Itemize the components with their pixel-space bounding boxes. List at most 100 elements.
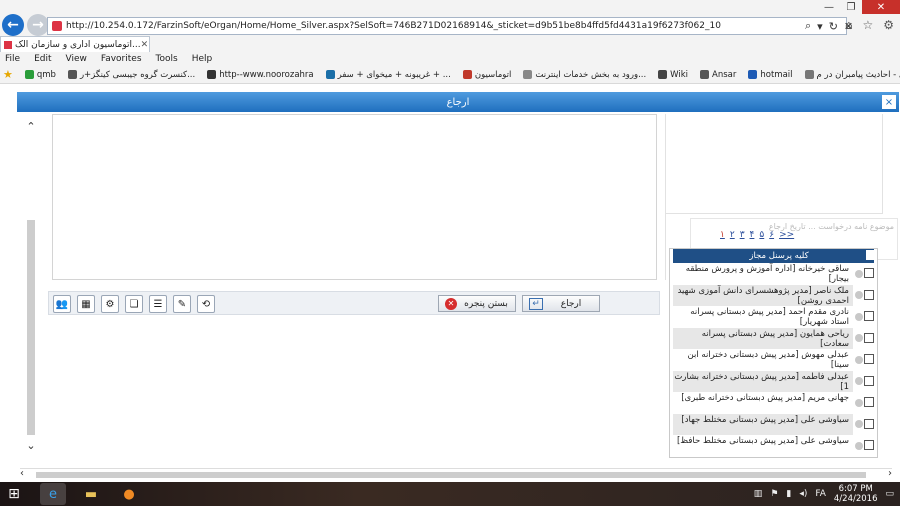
pager-page[interactable]: ۵ (759, 230, 764, 240)
favorite-item[interactable]: اتوماسیون (462, 70, 511, 80)
gear-icon[interactable]: ⚙ (883, 18, 894, 32)
menu-help[interactable]: Help (192, 54, 213, 64)
favorite-item[interactable]: فاضل - احادیث پیامبران در م... (804, 70, 900, 80)
list-item[interactable]: سیاوشی علی [مدیر پیش دبستانی مختلط حافظ] (673, 435, 874, 457)
favorite-item[interactable]: کنسرت گروه جیبسی کینگز+ر... (67, 70, 195, 80)
favorites-star-icon[interactable]: ★ (3, 68, 13, 81)
favorite-icon (523, 70, 533, 79)
list-item[interactable]: ساقی خیرخانه [اداره آموزش و پرورش منطقه … (673, 263, 874, 285)
personnel-name: ریاحی همایون [مدیر پیش دبستانی پسرانه سع… (673, 327, 853, 349)
person-icon (855, 291, 863, 300)
favorite-icon (67, 70, 77, 79)
browser-tab[interactable]: اتوماسیون اداری و سازمان الک... ✕ (0, 36, 150, 52)
battery-icon[interactable]: ▮ (786, 489, 791, 499)
personnel-checkbox[interactable] (864, 311, 874, 321)
refer-button[interactable]: ↵ ارجاع (522, 295, 600, 312)
hscroll-thumb[interactable] (36, 472, 866, 478)
scroll-thumb[interactable] (27, 220, 35, 435)
browser-chrome: ← → http://10.254.0.172/FarzinSoft/eOrga… (0, 0, 900, 52)
favorite-item[interactable]: Wiki (658, 70, 688, 80)
home-icon[interactable]: ⌂ (845, 18, 853, 32)
clock[interactable]: 6:07 PM 4/24/2016 (834, 484, 878, 504)
refresh-icon[interactable]: ↻ (829, 20, 838, 33)
list-item[interactable]: جهانی مریم [مدیر پیش دبستانی دخترانه طبر… (673, 392, 874, 414)
favorite-item[interactable]: ورود به بخش خدمات اینترنت... (523, 70, 646, 80)
pager-page[interactable]: ۲ (730, 230, 735, 240)
copy-icon[interactable]: ❏ (125, 295, 143, 313)
favorite-icon (700, 70, 710, 79)
language-indicator[interactable]: FA (815, 489, 826, 499)
flag-icon[interactable]: ⚑ (770, 489, 778, 499)
forward-arrow-icon[interactable]: → (27, 14, 49, 36)
vertical-scrollbar[interactable]: ⌃ ⌄ (22, 120, 40, 452)
system-tray: ▥ ⚑ ▮ ◂) FA 6:07 PM 4/24/2016 ▭ (754, 484, 900, 504)
dropdown-arrow-icon[interactable]: ▾ (817, 20, 823, 33)
search-icon[interactable]: ⌕ (805, 19, 811, 33)
list-item[interactable]: ریاحی همایون [مدیر پیش دبستانی پسرانه سع… (673, 327, 874, 350)
menu-view[interactable]: View (66, 54, 87, 64)
horizontal-scrollbar[interactable]: ‹ › (20, 468, 892, 480)
favorite-item[interactable]: qmb (24, 70, 56, 80)
close-window-button[interactable]: ✕ بستن پنجره (438, 295, 516, 312)
volume-icon[interactable]: ◂) (799, 489, 807, 499)
file-explorer-icon[interactable]: ▬ (78, 483, 104, 505)
favorite-item[interactable]: Ansar (700, 70, 736, 80)
notifications-icon[interactable]: ▭ (885, 489, 894, 499)
address-bar[interactable]: http://10.254.0.172/FarzinSoft/eOrgan/Ho… (47, 17, 847, 35)
list-item[interactable]: عبدلی مهوش [مدیر پیش دبستانی دخترانه ابن… (673, 349, 874, 371)
scroll-right-icon[interactable]: › (888, 468, 892, 479)
pager-page[interactable]: ۶ (769, 230, 774, 240)
menu-tools[interactable]: Tools (156, 54, 178, 64)
favorite-item[interactable]: غریبونه + میخوای + سفر + ... (325, 70, 451, 80)
list-icon[interactable]: ☰ (149, 295, 167, 313)
tab-title: اتوماسیون اداری و سازمان الک... (15, 39, 141, 50)
personnel-checkbox[interactable] (864, 354, 874, 364)
personnel-checkbox[interactable] (864, 418, 874, 429)
pager-page[interactable]: ۴ (750, 230, 755, 240)
scroll-up-icon[interactable]: ⌃ (22, 120, 40, 133)
personnel-name: نادری مقدم احمد [مدیر پیش دبستانی پسرانه… (690, 307, 849, 328)
list-item[interactable]: سیاوشی علی [مدیر پیش دبستانی مختلط جهاد] (673, 413, 874, 436)
firefox-icon[interactable]: ● (116, 483, 142, 505)
menu-edit[interactable]: Edit (34, 54, 51, 64)
personnel-dropdown[interactable]: کلیه پرسنل مجاز ساقی خیرخانه [اداره آموز… (669, 248, 878, 458)
refresh-icon[interactable]: ⟲ (197, 295, 215, 313)
edit-pencil-icon[interactable]: ✎ (173, 295, 191, 313)
scroll-left-icon[interactable]: ‹ (20, 468, 24, 479)
star-icon[interactable]: ☆ (862, 18, 873, 32)
personnel-name: جهانی مریم [مدیر پیش دبستانی دخترانه طبر… (681, 393, 849, 404)
menu-file[interactable]: File (5, 54, 20, 64)
settings-list-icon[interactable]: ⚙ (101, 295, 119, 313)
referral-text-area[interactable] (52, 114, 657, 280)
list-item[interactable]: ملک ناصر [مدیر پژوهشسرای دانش آموزی شهید… (673, 284, 874, 307)
scroll-down-icon[interactable]: ⌄ (22, 439, 40, 452)
window-close-icon[interactable]: ✕ (862, 0, 900, 14)
personnel-checkbox[interactable] (864, 268, 874, 278)
menu-favorites[interactable]: Favorites (101, 54, 142, 64)
maximize-icon[interactable]: ❐ (840, 0, 862, 14)
minimize-icon[interactable]: — (818, 0, 840, 14)
image-icon[interactable]: ▦ (77, 295, 95, 313)
dialog-close-icon[interactable]: × (882, 95, 896, 109)
pager-page[interactable]: ۳ (740, 230, 745, 240)
pager-next[interactable]: << (779, 230, 794, 240)
personnel-checkbox[interactable] (864, 332, 874, 343)
personnel-checkbox[interactable] (864, 397, 874, 407)
list-item[interactable]: عبدلی فاطمه [مدیر پیش دبستانی دخترانه بش… (673, 370, 874, 393)
select-all-checkbox[interactable] (866, 250, 876, 260)
personnel-checkbox[interactable] (864, 440, 874, 450)
users-icon[interactable]: 👥 (53, 295, 71, 313)
dialog-titlebar: ارجاع × (17, 92, 899, 112)
pager-current-page[interactable]: ۱ (720, 230, 725, 240)
tab-close-icon[interactable]: ✕ (141, 40, 149, 50)
favorite-item[interactable]: hotmail (748, 70, 793, 80)
back-arrow-icon[interactable]: ← (2, 14, 24, 36)
person-icon (855, 377, 863, 386)
favorite-item[interactable]: http--www.noorozahra (207, 70, 314, 80)
network-icon[interactable]: ▥ (754, 489, 763, 499)
list-item[interactable]: نادری مقدم احمد [مدیر پیش دبستانی پسرانه… (673, 306, 874, 328)
personnel-checkbox[interactable] (864, 289, 874, 300)
windows-start-icon[interactable]: ⊞ (0, 482, 28, 506)
internet-explorer-icon[interactable]: e (40, 483, 66, 505)
personnel-checkbox[interactable] (864, 375, 874, 386)
